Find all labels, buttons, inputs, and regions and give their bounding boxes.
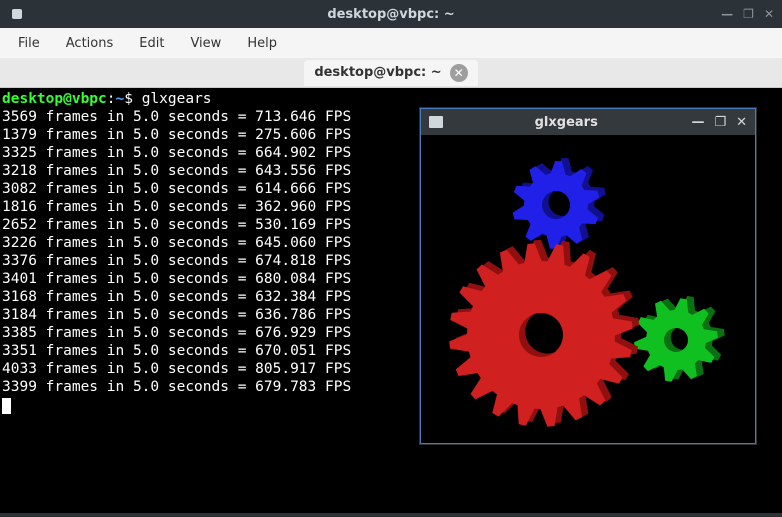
menu-actions[interactable]: Actions <box>54 31 126 56</box>
maximize-button[interactable]: ❐ <box>743 7 754 21</box>
minimize-button[interactable]: — <box>721 7 733 21</box>
menu-help[interactable]: Help <box>235 31 289 56</box>
close-button[interactable]: ✕ <box>764 7 774 21</box>
terminal-tab[interactable]: desktop@vbpc: ~ ✕ <box>304 60 477 86</box>
menu-file[interactable]: File <box>6 31 52 56</box>
glxgears-app-icon <box>429 116 443 128</box>
menu-edit[interactable]: Edit <box>127 31 176 56</box>
menubar: File Actions Edit View Help <box>0 28 782 58</box>
tabbar: desktop@vbpc: ~ ✕ <box>0 58 782 88</box>
glxgears-titlebar[interactable]: glxgears — ❐ ✕ <box>421 109 755 135</box>
glxgears-close-button[interactable]: ✕ <box>736 115 747 130</box>
gear-red-icon <box>442 236 641 435</box>
glxgears-minimize-button[interactable]: — <box>691 115 704 130</box>
glxgears-maximize-button[interactable]: ❐ <box>714 115 726 130</box>
glxgears-canvas <box>421 135 755 443</box>
app-icon <box>12 9 22 19</box>
glxgears-title: glxgears <box>535 115 598 130</box>
tab-label: desktop@vbpc: ~ <box>314 65 441 80</box>
menu-view[interactable]: View <box>178 31 233 56</box>
glxgears-window[interactable]: glxgears — ❐ ✕ <box>420 108 756 444</box>
outer-window-titlebar[interactable]: desktop@vbpc: ~ — ❐ ✕ <box>0 0 782 28</box>
window-title: desktop@vbpc: ~ <box>327 7 454 22</box>
tab-close-icon[interactable]: ✕ <box>450 64 468 82</box>
